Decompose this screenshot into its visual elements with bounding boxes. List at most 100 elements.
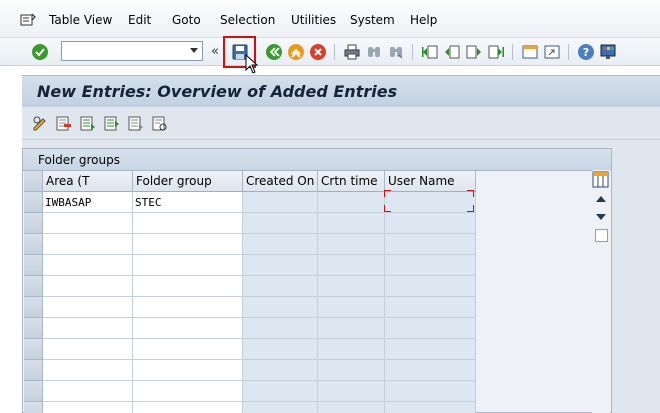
- print-icon[interactable]: [342, 42, 362, 62]
- table-caption-text: Folder groups: [38, 153, 121, 167]
- cell-area[interactable]: [43, 318, 133, 339]
- column-header-user-name[interactable]: User Name: [385, 171, 476, 192]
- cell-area[interactable]: [43, 381, 133, 402]
- delete-row-icon[interactable]: [55, 115, 72, 132]
- menu-selection[interactable]: Selection: [220, 13, 275, 27]
- row-selector[interactable]: [24, 381, 43, 402]
- menu-icon[interactable]: [20, 13, 36, 27]
- cell-area[interactable]: [43, 360, 133, 381]
- previous-page-icon[interactable]: [442, 42, 462, 62]
- cell-area[interactable]: [43, 339, 133, 360]
- cell-folder-group[interactable]: STEC: [133, 192, 243, 213]
- collapse-command-icon[interactable]: «: [211, 44, 219, 59]
- scroll-down-arrow-icon[interactable]: [596, 214, 606, 220]
- shortcut-icon[interactable]: [542, 42, 562, 62]
- cell-folder-group[interactable]: [133, 318, 243, 339]
- row-selector[interactable]: [24, 255, 43, 276]
- cell-folder-group[interactable]: [133, 234, 243, 255]
- cell-folder-group[interactable]: [133, 276, 243, 297]
- screen-title-bar: New Entries: Overview of Added Entries: [22, 75, 660, 107]
- svg-text:?: ?: [583, 46, 589, 59]
- cell-user-name: [385, 213, 476, 234]
- cell-crtn-time: [318, 297, 385, 318]
- cell-folder-group[interactable]: [133, 402, 243, 413]
- exit-icon[interactable]: [286, 42, 306, 62]
- create-session-icon[interactable]: [520, 42, 540, 62]
- row-selector[interactable]: [24, 402, 43, 413]
- find-icon[interactable]: [364, 42, 384, 62]
- deselect-all-icon[interactable]: [127, 115, 144, 132]
- column-header-created-on[interactable]: Created On: [243, 171, 318, 192]
- cell-folder-group[interactable]: [133, 339, 243, 360]
- toolbar-separator: [412, 44, 413, 60]
- chevron-down-icon[interactable]: [190, 48, 198, 53]
- menu-utilities[interactable]: Utilities: [291, 13, 336, 27]
- cell-user-name: [385, 234, 476, 255]
- back-icon[interactable]: [264, 42, 284, 62]
- cell-user-name: [385, 297, 476, 318]
- row-selector[interactable]: [24, 213, 43, 234]
- vertical-scrollbar[interactable]: [592, 170, 610, 413]
- select-all-icon[interactable]: [103, 115, 120, 132]
- customize-layout-icon[interactable]: [598, 42, 618, 62]
- cell-folder-group[interactable]: [133, 360, 243, 381]
- cell-user-name: [385, 318, 476, 339]
- column-header-area[interactable]: Area (T: [43, 171, 133, 192]
- row-selector[interactable]: [24, 234, 43, 255]
- cell-user-name: [385, 360, 476, 381]
- cell-crtn-time: [318, 381, 385, 402]
- select-all-rows-handle[interactable]: [24, 171, 43, 192]
- cell-created-on: [243, 297, 318, 318]
- row-selector[interactable]: [24, 297, 43, 318]
- cell-area[interactable]: [43, 402, 133, 413]
- toolbar-separator: [512, 44, 513, 60]
- cell-created-on: [243, 255, 318, 276]
- cell-area[interactable]: [43, 276, 133, 297]
- cell-area[interactable]: [43, 297, 133, 318]
- first-page-icon[interactable]: [420, 42, 440, 62]
- scroll-up-arrow-icon[interactable]: [596, 196, 606, 202]
- cell-area[interactable]: [43, 213, 133, 234]
- display-change-icon[interactable]: [32, 115, 49, 132]
- menu-help[interactable]: Help: [410, 13, 437, 27]
- cell-folder-group[interactable]: [133, 255, 243, 276]
- help-icon[interactable]: ?: [576, 42, 596, 62]
- next-page-icon[interactable]: [464, 42, 484, 62]
- copy-as-icon[interactable]: [79, 115, 96, 132]
- column-header-folder-group[interactable]: Folder group: [133, 171, 243, 192]
- cell-folder-group[interactable]: [133, 213, 243, 234]
- row-selector[interactable]: [24, 318, 43, 339]
- row-selector[interactable]: [24, 192, 43, 213]
- command-field[interactable]: [61, 41, 203, 61]
- cell-crtn-time: [318, 318, 385, 339]
- cell-folder-group[interactable]: [133, 381, 243, 402]
- cell-user-name: [385, 402, 476, 413]
- cell-folder-group[interactable]: [133, 297, 243, 318]
- last-page-icon[interactable]: [486, 42, 506, 62]
- table-control-folder-groups: Folder groups Area (T Folder group Creat…: [22, 148, 612, 413]
- find-next-icon[interactable]: [386, 42, 406, 62]
- print-field-icon[interactable]: [151, 115, 168, 132]
- cancel-icon[interactable]: [308, 42, 328, 62]
- menu-table-view[interactable]: Table View: [49, 13, 112, 27]
- enter-icon[interactable]: [30, 42, 50, 62]
- cell-crtn-time: [318, 339, 385, 360]
- row-selector[interactable]: [24, 360, 43, 381]
- cell-created-on: [243, 339, 318, 360]
- cell-crtn-time: [318, 276, 385, 297]
- cell-created-on: [243, 360, 318, 381]
- row-selector[interactable]: [24, 339, 43, 360]
- cell-area[interactable]: [43, 255, 133, 276]
- row-selector[interactable]: [24, 276, 43, 297]
- cell-crtn-time: [318, 360, 385, 381]
- cell-area[interactable]: IWBASAP: [43, 192, 133, 213]
- scrollbar-thumb[interactable]: [595, 229, 608, 242]
- cell-user-name: [385, 276, 476, 297]
- toolbar-separator: [334, 44, 335, 60]
- menu-system[interactable]: System: [350, 13, 395, 27]
- menu-edit[interactable]: Edit: [128, 13, 151, 27]
- menu-goto[interactable]: Goto: [172, 13, 201, 27]
- table-settings-icon[interactable]: [592, 171, 609, 188]
- cell-area[interactable]: [43, 234, 133, 255]
- column-header-crtn-time[interactable]: Crtn time: [318, 171, 385, 192]
